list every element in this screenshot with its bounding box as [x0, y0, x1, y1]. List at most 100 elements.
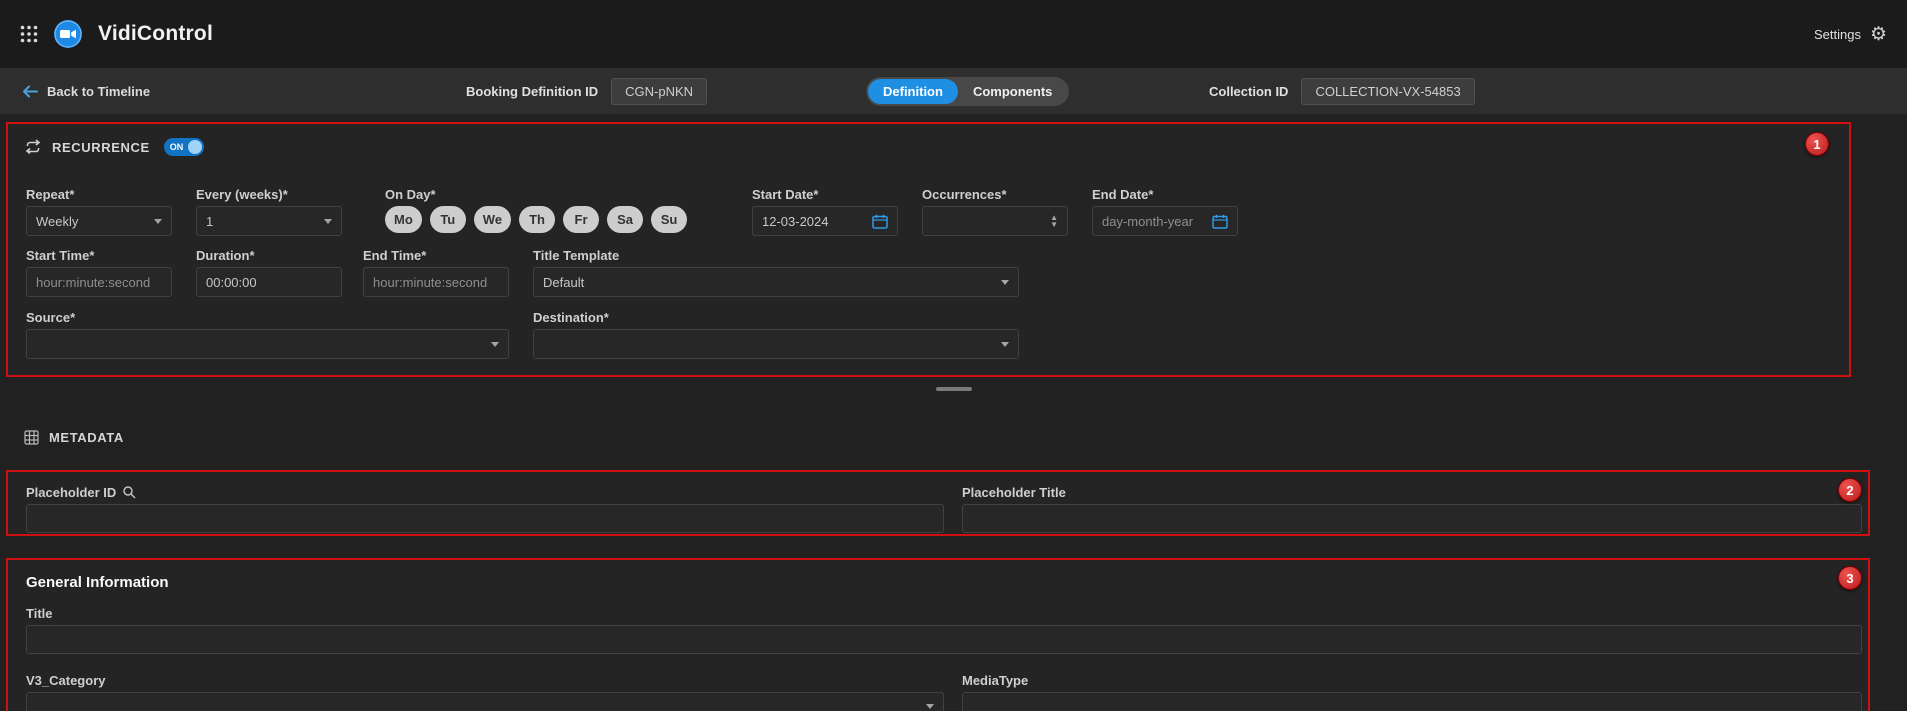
placeholder-id-control: [26, 504, 944, 533]
chevron-down-icon: [324, 219, 332, 224]
media-type-input[interactable]: [972, 699, 1852, 711]
v3-category-select[interactable]: [26, 692, 944, 711]
metadata-header: METADATA: [0, 423, 1907, 451]
tab-components[interactable]: Components: [958, 79, 1067, 104]
chevron-down-icon: [1001, 280, 1009, 285]
back-arrow-icon: [22, 85, 38, 98]
toggle-knob-icon: [188, 140, 202, 154]
calendar-icon[interactable]: [872, 214, 888, 229]
collection-id-group: Collection ID COLLECTION-VX-54853: [1209, 68, 1475, 114]
recurrence-title: RECURRENCE: [52, 140, 150, 155]
destination-select[interactable]: [533, 329, 1019, 359]
on-day-field: On Day* Mo Tu We Th Fr Sa Su: [385, 186, 707, 233]
collection-id-label: Collection ID: [1209, 84, 1288, 99]
media-type-field: MediaType: [962, 672, 1862, 711]
media-type-control: [962, 692, 1862, 711]
v3-category-label: V3_Category: [26, 672, 944, 688]
title-control: [26, 625, 1862, 654]
day-pill-tu[interactable]: Tu: [430, 206, 466, 233]
placeholder-title-control: [962, 504, 1862, 533]
recurrence-toggle[interactable]: ON: [164, 138, 204, 156]
topbar-right: Settings ⚙: [1814, 25, 1887, 44]
placeholder-fields: Placeholder ID Placeholder Title: [8, 472, 1868, 533]
annotation-box-3: 3 General Information Title V3_Category …: [6, 558, 1870, 711]
day-pill-th[interactable]: Th: [519, 206, 555, 233]
media-type-label: MediaType: [962, 672, 1862, 688]
end-date-input[interactable]: [1102, 214, 1212, 229]
title-template-label: Title Template: [533, 247, 1019, 263]
occurrences-control: ▲▼: [922, 206, 1068, 236]
every-weeks-select[interactable]: 1: [196, 206, 342, 236]
every-weeks-field: Every (weeks)* 1: [196, 186, 342, 236]
placeholder-id-input[interactable]: [36, 511, 934, 526]
duration-field: Duration*: [196, 247, 342, 297]
title-label: Title: [26, 605, 1862, 621]
end-time-input[interactable]: [373, 275, 499, 290]
title-template-select[interactable]: Default: [533, 267, 1019, 297]
recurrence-row-2: Start Time* Duration* End Time* Title Te…: [8, 247, 1849, 297]
annotation-badge-3: 3: [1838, 566, 1862, 590]
day-pill-su[interactable]: Su: [651, 206, 687, 233]
start-time-input[interactable]: [36, 275, 162, 290]
start-date-control: [752, 206, 898, 236]
back-label: Back to Timeline: [47, 84, 150, 99]
recurrence-fields: Repeat* Weekly Every (weeks)* 1 On Day* …: [8, 186, 1849, 359]
booking-definition-label: Booking Definition ID: [466, 84, 598, 99]
occurrences-label: Occurrences*: [922, 186, 1068, 202]
topbar: VidiControl Settings ⚙: [0, 0, 1907, 68]
app-logo-icon: [53, 19, 83, 49]
placeholder-title-input[interactable]: [972, 511, 1852, 526]
destination-field: Destination*: [533, 309, 1019, 359]
title-template-field: Title Template Default: [533, 247, 1019, 297]
settings-link[interactable]: Settings: [1814, 27, 1861, 42]
repeat-label: Repeat*: [26, 186, 172, 202]
topbar-left: VidiControl: [20, 19, 213, 49]
stepper-icon[interactable]: ▲▼: [1050, 214, 1058, 228]
day-pill-we[interactable]: We: [474, 206, 511, 233]
annotation-badge-1: 1: [1805, 132, 1829, 156]
back-to-timeline-link[interactable]: Back to Timeline: [22, 68, 150, 114]
duration-input[interactable]: [206, 275, 332, 290]
start-date-label: Start Date*: [752, 186, 898, 202]
general-information-row: V3_Category MediaType: [26, 672, 1868, 711]
end-time-field: End Time*: [363, 247, 509, 297]
booking-definition-group: Booking Definition ID CGN-pNKN: [466, 68, 707, 114]
chevron-down-icon: [491, 342, 499, 347]
tab-definition[interactable]: Definition: [868, 79, 958, 104]
source-select[interactable]: [26, 329, 509, 359]
toggle-on-label: ON: [170, 142, 184, 152]
repeat-value: Weekly: [36, 214, 78, 229]
title-input[interactable]: [36, 632, 1852, 647]
day-pill-group: Mo Tu We Th Fr Sa Su: [385, 206, 707, 233]
repeat-select[interactable]: Weekly: [26, 206, 172, 236]
chevron-down-icon: [154, 219, 162, 224]
gear-icon[interactable]: ⚙: [1870, 25, 1887, 44]
destination-label: Destination*: [533, 309, 1019, 325]
general-information-section: General Information Title V3_Category Me…: [8, 560, 1868, 711]
occurrences-input[interactable]: [932, 214, 1050, 229]
collection-id-value: COLLECTION-VX-54853: [1301, 78, 1474, 105]
day-pill-sa[interactable]: Sa: [607, 206, 643, 233]
start-date-field: Start Date*: [752, 186, 898, 236]
placeholder-title-field: Placeholder Title: [962, 484, 1862, 533]
every-weeks-label: Every (weeks)*: [196, 186, 342, 202]
view-tabs: Definition Components: [866, 68, 1069, 114]
search-icon[interactable]: [122, 485, 136, 499]
recurrence-header: RECURRENCE ON: [8, 124, 1849, 156]
end-date-field: End Date*: [1092, 186, 1238, 236]
toolbar: Back to Timeline Booking Definition ID C…: [0, 68, 1907, 114]
calendar-icon[interactable]: [1212, 214, 1228, 229]
every-weeks-value: 1: [206, 214, 213, 229]
day-pill-fr[interactable]: Fr: [563, 206, 599, 233]
v3-category-field: V3_Category: [26, 672, 944, 711]
recurrence-row-1: Repeat* Weekly Every (weeks)* 1 On Day* …: [8, 186, 1849, 236]
drag-handle[interactable]: [936, 387, 972, 391]
day-pill-mo[interactable]: Mo: [385, 206, 422, 233]
chevron-down-icon: [926, 704, 934, 709]
start-date-input[interactable]: [762, 214, 872, 229]
annotation-box-2: 2 Placeholder ID Placeholder Title: [6, 470, 1870, 536]
grid-icon: [24, 430, 39, 445]
title-template-value: Default: [543, 275, 584, 290]
apps-grid-icon[interactable]: [20, 25, 38, 43]
occurrences-field: Occurrences* ▲▼: [922, 186, 1068, 236]
